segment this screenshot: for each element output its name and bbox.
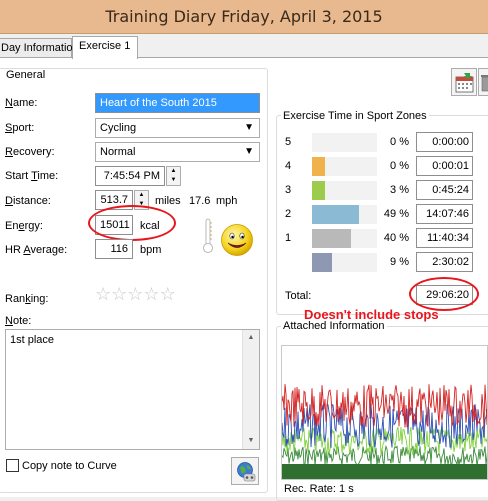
hr-average-field[interactable]: 116 (95, 239, 133, 259)
name-field[interactable]: Heart of the South 2015 (95, 93, 260, 113)
zone-bar-track (312, 157, 377, 176)
globe-button[interactable] (231, 457, 259, 485)
chevron-down-icon: ▼ (244, 146, 254, 157)
zone-percent: 0 % (390, 136, 409, 148)
trash-icon (481, 74, 488, 95)
sport-label: Sport: (5, 122, 35, 134)
star-icon[interactable]: ☆ (111, 284, 127, 304)
zone-row: 3 3 % 0:45:24 (277, 180, 487, 202)
energy-label: Energy: (5, 220, 43, 232)
zone-bar (312, 205, 359, 224)
zone-row: 1 40 % 11:40:34 (277, 228, 487, 250)
distance-label: Distance: (5, 195, 51, 207)
start-time-spinner[interactable]: ▲ ▼ (166, 166, 181, 186)
star-icon[interactable]: ☆ (160, 284, 176, 304)
star-icon[interactable]: ☆ (127, 284, 143, 304)
zone-bar-track (312, 181, 377, 200)
zone-bar (312, 253, 332, 272)
note-textarea[interactable]: 1st place ▲ ▼ (5, 329, 260, 450)
scroll-down-icon[interactable]: ▼ (243, 433, 259, 449)
zone-time-field: 0:45:24 (416, 180, 473, 200)
start-time-label: Start Time: (5, 170, 59, 182)
zone-row: 9 % 2:30:02 (277, 252, 487, 274)
zone-bar (312, 181, 325, 200)
scroll-up-icon[interactable]: ▲ (243, 330, 259, 346)
hr-average-label: HR Average: (5, 244, 68, 256)
window-title: Training Diary Friday, April 3, 2015 (105, 7, 383, 26)
zone-time-field: 11:40:34 (416, 228, 473, 248)
copy-note-label: Copy note to Curve (22, 460, 117, 472)
zones-group-title: Exercise Time in Sport Zones (281, 110, 429, 122)
zone-percent: 40 % (383, 232, 409, 244)
zone-bar (312, 229, 351, 248)
zone-time-field: 14:07:46 (416, 204, 473, 224)
note-text: 1st place (10, 334, 55, 346)
zone-time-field: 0:00:01 (416, 156, 473, 176)
copy-note-checkbox[interactable] (6, 459, 19, 472)
zone-row: 4 0 % 0:00:01 (277, 156, 487, 178)
delete-button[interactable] (478, 68, 488, 96)
calendar-icon (455, 72, 475, 97)
zones-table: 50 % 0:00:00 4 0 % 0:00:01 3 3 % 0:45:24 2 49 % 14… (277, 132, 487, 282)
spin-up-icon[interactable]: ▲ (167, 167, 180, 176)
tab-exercise-1[interactable]: Exercise 1 (72, 36, 138, 59)
star-icon[interactable]: ☆ (95, 284, 111, 304)
speed-value: 17.6 (189, 195, 211, 207)
energy-highlight-ellipse (88, 205, 176, 241)
note-scrollbar[interactable]: ▲ ▼ (242, 330, 259, 449)
chevron-down-icon: ▼ (244, 122, 254, 133)
zone-number: 5 (285, 136, 292, 148)
distance-unit: miles (155, 195, 181, 207)
zone-number: 1 (285, 232, 292, 244)
zone-percent: 3 % (390, 184, 409, 196)
zone-bar-track (312, 133, 377, 152)
attached-group-title: Attached Information (281, 320, 387, 332)
note-label: Note: (5, 315, 32, 327)
recovery-select[interactable]: Normal ▼ (95, 142, 260, 162)
zone-bar-track (312, 253, 377, 272)
curve-baseline (282, 464, 487, 479)
tab-content: General Name: Heart of the South 2015 Sp… (0, 58, 488, 501)
zone-time-field: 0:00:00 (416, 132, 473, 152)
zones-total-label: Total: (285, 290, 312, 302)
name-label: Name: (5, 97, 38, 109)
zone-bar-track (312, 205, 377, 224)
globe-icon (235, 461, 257, 486)
speed-unit: mph (216, 195, 238, 207)
tab-day-information[interactable]: Day Information (0, 38, 79, 58)
curve-plot (282, 384, 487, 479)
zone-row: 2 49 % 14:07:46 (277, 204, 487, 226)
zone-percent: 9 % (390, 256, 409, 268)
ranking-label: Ranking: (5, 293, 49, 305)
tab-strip: Day Information Exercise 1 (0, 34, 488, 59)
zone-number: 4 (285, 160, 292, 172)
zone-number: 2 (285, 208, 292, 220)
start-time-field[interactable]: 7:45:54 PM (95, 166, 165, 186)
zone-percent: 0 % (390, 160, 409, 172)
thermometer-icon (202, 218, 214, 254)
zone-number: 3 (285, 184, 292, 196)
total-highlight-ellipse (409, 277, 479, 311)
zone-time-field: 2:30:02 (416, 252, 473, 272)
smiley-icon (220, 223, 254, 257)
zone-row: 5 0 % 0:00:00 (277, 132, 487, 154)
recovery-select-value: Normal (100, 146, 136, 158)
rec-rate-label: Rec. Rate: 1 s (284, 483, 354, 495)
sport-select[interactable]: Cycling ▼ (95, 118, 260, 138)
zone-bar-track (312, 229, 377, 248)
sport-select-value: Cycling (100, 122, 137, 134)
spin-down-icon[interactable]: ▼ (167, 176, 180, 185)
curve-preview[interactable] (281, 345, 488, 480)
recovery-label: Recovery: (5, 146, 55, 158)
star-icon[interactable]: ☆ (143, 284, 159, 304)
hr-unit: bpm (140, 244, 162, 256)
general-group-title: General (4, 69, 48, 81)
curve-trace (282, 444, 487, 467)
calendar-button[interactable] (451, 68, 477, 96)
title-bar: Training Diary Friday, April 3, 2015 (0, 0, 488, 34)
ranking-stars[interactable]: ☆☆☆☆☆ (95, 284, 176, 305)
spin-up-icon[interactable]: ▲ (135, 191, 148, 200)
zone-bar (312, 157, 325, 176)
zone-percent: 49 % (383, 208, 409, 220)
